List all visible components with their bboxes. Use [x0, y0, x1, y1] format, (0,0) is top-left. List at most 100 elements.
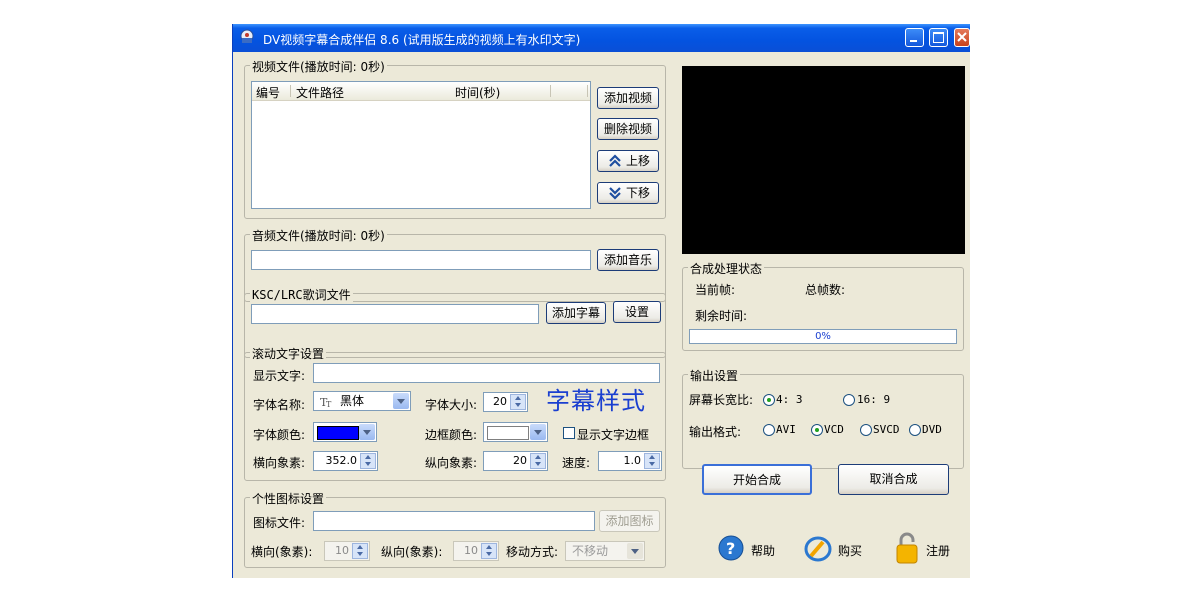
format-avi-label[interactable]: AVI	[776, 423, 796, 436]
icon-file-label: 图标文件:	[253, 516, 306, 530]
speed-label: 速度:	[562, 456, 591, 470]
spin-arrows-icon[interactable]	[352, 543, 368, 559]
font-name-select[interactable]: TT 黑体	[313, 391, 411, 411]
spin-arrows-icon[interactable]	[481, 543, 497, 559]
font-size-spinner[interactable]: 20	[483, 392, 528, 412]
format-vcd-label[interactable]: VCD	[824, 423, 844, 436]
vertical-pixel-spinner[interactable]: 20	[483, 451, 548, 471]
progress-text: 0%	[815, 331, 831, 342]
move-mode-label: 移动方式:	[506, 545, 559, 559]
move-up-label: 上移	[626, 154, 651, 168]
display-text-label: 显示文字:	[253, 369, 306, 383]
display-text-input[interactable]	[313, 363, 660, 383]
minimize-icon	[910, 40, 917, 42]
format-dvd-radio[interactable]	[909, 424, 921, 436]
main-window: DV视频字幕合成伴侣 8.6 (试用版生成的视频上有水印文字) 视频文件(播放时…	[232, 24, 970, 578]
icon-y-spinner[interactable]: 10	[453, 541, 499, 561]
add-subtitle-button[interactable]: 添加字幕	[546, 302, 606, 324]
chevron-down-icon[interactable]	[627, 543, 643, 559]
video-file-list[interactable]: 编号 文件路径 时间(秒)	[251, 81, 591, 209]
total-frames-label: 总帧数:	[805, 283, 846, 297]
help-link[interactable]: ? 帮助	[717, 534, 787, 564]
move-mode-value: 不移动	[572, 544, 609, 558]
horizontal-pixel-label: 横向象素:	[253, 456, 306, 470]
column-header-path[interactable]: 文件路径	[296, 84, 344, 101]
aspect-4-3-radio[interactable]	[763, 394, 775, 406]
icon-y-label: 纵向(象素):	[381, 545, 443, 559]
move-mode-select[interactable]: 不移动	[565, 541, 645, 561]
video-files-legend: 视频文件(播放时间: 0秒)	[250, 58, 387, 75]
scroll-text-legend: 滚动文字设置	[250, 345, 327, 362]
window-title: DV视频字幕合成伴侣 8.6 (试用版生成的视频上有水印文字)	[263, 33, 581, 47]
double-chevron-up-icon	[609, 154, 621, 167]
aspect-16-9-radio[interactable]	[843, 394, 855, 406]
border-color-swatch	[487, 426, 529, 440]
format-avi-radio[interactable]	[763, 424, 775, 436]
font-color-label: 字体颜色:	[253, 428, 306, 442]
aspect-16-9-label[interactable]: 16: 9	[857, 393, 890, 406]
truetype-font-icon: TT	[320, 396, 332, 408]
show-border-label[interactable]: 显示文字边框	[577, 426, 649, 443]
lyrics-path-input[interactable]	[251, 304, 539, 324]
column-header-time[interactable]: 时间(秒)	[455, 84, 500, 101]
speed-value: 1.0	[623, 454, 642, 467]
cancel-compose-button[interactable]: 取消合成	[838, 464, 949, 495]
double-chevron-down-icon	[609, 187, 621, 200]
close-button[interactable]	[954, 28, 970, 47]
register-label: 注册	[926, 544, 951, 558]
audio-path-input[interactable]	[251, 250, 591, 270]
format-svcd-label[interactable]: SVCD	[873, 423, 900, 436]
register-link[interactable]: 注册	[893, 531, 963, 565]
aspect-4-3-label[interactable]: 4: 3	[776, 393, 803, 406]
buy-link[interactable]: 购买	[803, 534, 873, 564]
chevron-down-icon[interactable]	[359, 424, 375, 440]
padlock-icon	[896, 532, 918, 564]
chevron-down-icon[interactable]	[393, 393, 409, 409]
add-music-button[interactable]: 添加音乐	[597, 249, 659, 271]
app-icon	[240, 29, 254, 43]
spin-arrows-icon[interactable]	[510, 394, 526, 410]
output-settings-group: 输出设置	[682, 367, 964, 469]
process-status-legend: 合成处理状态	[688, 260, 765, 277]
help-icon: ?	[718, 535, 744, 561]
spin-arrows-icon[interactable]	[644, 453, 660, 469]
spin-arrows-icon[interactable]	[530, 453, 546, 469]
buy-label: 购买	[838, 544, 863, 558]
format-vcd-radio[interactable]	[811, 424, 823, 436]
vertical-pixel-label: 纵向象素:	[425, 456, 478, 470]
column-header-index[interactable]: 编号	[256, 84, 280, 101]
add-video-button[interactable]: 添加视频	[597, 87, 659, 109]
spin-arrows-icon[interactable]	[360, 453, 376, 469]
move-up-button[interactable]: 上移	[597, 150, 659, 172]
subtitle-style-preview: 字幕样式	[546, 387, 646, 415]
font-size-label: 字体大小:	[425, 398, 478, 412]
chevron-down-icon[interactable]	[530, 424, 546, 440]
font-color-select[interactable]	[313, 422, 377, 442]
icon-file-input[interactable]	[313, 511, 595, 531]
delete-video-button[interactable]: 删除视频	[597, 118, 659, 140]
horizontal-pixel-spinner[interactable]: 352.0	[313, 451, 378, 471]
border-color-select[interactable]	[483, 422, 548, 442]
show-border-checkbox[interactable]	[563, 427, 575, 439]
lyrics-file-legend: KSC/LRC歌词文件	[250, 286, 353, 303]
font-color-swatch	[317, 426, 359, 440]
minimize-button[interactable]	[905, 28, 924, 47]
lyrics-settings-button[interactable]: 设置	[613, 301, 661, 323]
start-compose-button[interactable]: 开始合成	[702, 464, 812, 495]
buy-icon	[804, 536, 832, 562]
speed-spinner[interactable]: 1.0	[598, 451, 662, 471]
title-bar[interactable]: DV视频字幕合成伴侣 8.6 (试用版生成的视频上有水印文字)	[233, 24, 970, 52]
format-svcd-radio[interactable]	[860, 424, 872, 436]
font-name-value: 黑体	[340, 394, 365, 408]
font-name-label: 字体名称:	[253, 398, 306, 412]
maximize-button[interactable]	[929, 28, 948, 47]
list-header: 编号 文件路径 时间(秒)	[252, 82, 590, 101]
progress-bar: 0%	[689, 329, 957, 344]
add-icon-button[interactable]: 添加图标	[599, 510, 660, 532]
icon-x-label: 横向(象素):	[251, 545, 313, 559]
icon-x-spinner[interactable]: 10	[324, 541, 370, 561]
format-dvd-label[interactable]: DVD	[922, 423, 942, 436]
move-down-button[interactable]: 下移	[597, 182, 659, 204]
horizontal-pixel-value: 352.0	[325, 454, 358, 467]
font-size-value: 20	[493, 395, 507, 408]
